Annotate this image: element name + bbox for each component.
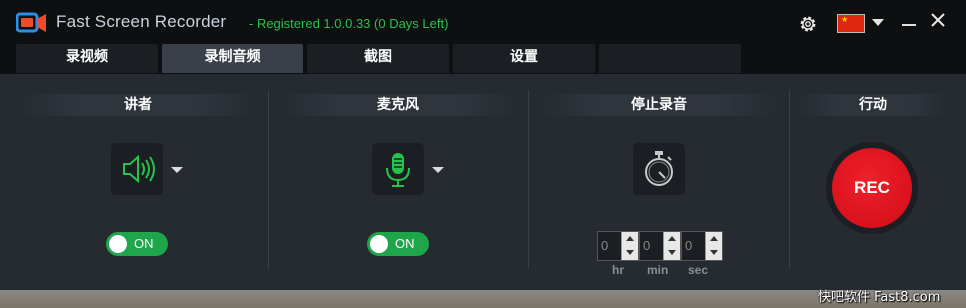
seconds-label: sec	[688, 263, 709, 277]
speaker-device-button[interactable]	[111, 143, 163, 195]
app-title: Fast Screen Recorder	[56, 12, 227, 31]
speaker-toggle[interactable]: ON	[106, 232, 168, 256]
language-flag-icon[interactable]: ★	[837, 14, 865, 33]
close-icon[interactable]	[930, 12, 946, 28]
section-divider	[268, 90, 269, 268]
spin-down-icon[interactable]	[710, 250, 718, 255]
rec-button[interactable]: REC	[832, 148, 912, 228]
microphone-section-title: 麦克风	[278, 94, 518, 116]
minutes-label: min	[647, 263, 669, 277]
stopwatch-button[interactable]	[633, 143, 685, 195]
section-divider	[789, 90, 790, 268]
tab-record-audio[interactable]: 录制音频	[162, 44, 303, 73]
hours-spin-buttons[interactable]	[621, 232, 638, 260]
seconds-spin-buttons[interactable]	[705, 232, 722, 260]
hours-stepper[interactable]: 0	[597, 231, 639, 261]
hours-label: hr	[612, 263, 624, 277]
app-window: Fast Screen Recorder - Registered 1.0.0.…	[0, 0, 966, 290]
speaker-dropdown-chevron-icon[interactable]	[171, 167, 183, 173]
stop-recording-section-title: 停止录音	[538, 94, 780, 116]
seconds-value[interactable]: 0	[685, 238, 692, 253]
minutes-value[interactable]: 0	[643, 238, 650, 253]
spin-down-icon[interactable]	[668, 250, 676, 255]
stopwatch-icon	[645, 151, 673, 186]
action-section-title: 行动	[798, 94, 948, 116]
microphone-dropdown-chevron-icon[interactable]	[432, 167, 444, 173]
chevron-down-icon[interactable]	[872, 19, 884, 26]
tab-bar: 录视频 录制音频 截图 设置	[0, 44, 966, 74]
section-divider	[528, 90, 529, 268]
microphone-icon	[386, 153, 410, 187]
minutes-spin-buttons[interactable]	[663, 232, 680, 260]
spin-down-icon[interactable]	[626, 250, 634, 255]
tab-screenshot[interactable]: 截图	[307, 44, 449, 73]
watermark-text: 快吧软件 Fast8.com	[818, 290, 941, 305]
app-logo-icon	[16, 12, 46, 33]
title-bar: Fast Screen Recorder - Registered 1.0.0.…	[0, 0, 966, 44]
gear-icon[interactable]	[797, 13, 819, 35]
minimize-icon[interactable]	[902, 24, 916, 26]
registration-status: - Registered 1.0.0.33 (0 Days Left)	[249, 16, 449, 31]
microphone-toggle[interactable]: ON	[367, 232, 429, 256]
tab-settings[interactable]: 设置	[453, 44, 595, 73]
spin-up-icon[interactable]	[626, 236, 634, 241]
speaker-toggle-label: ON	[134, 236, 154, 251]
seconds-stepper[interactable]: 0	[681, 231, 723, 261]
tab-record-video[interactable]: 录视频	[16, 44, 158, 73]
toggle-knob	[370, 235, 388, 253]
microphone-toggle-label: ON	[395, 236, 415, 251]
hours-value[interactable]: 0	[601, 238, 608, 253]
minutes-stepper[interactable]: 0	[639, 231, 681, 261]
spin-up-icon[interactable]	[710, 236, 718, 241]
toggle-knob	[109, 235, 127, 253]
speaker-section-title: 讲者	[18, 94, 258, 116]
microphone-device-button[interactable]	[372, 143, 424, 195]
speaker-icon	[123, 154, 155, 184]
tab-empty[interactable]	[599, 44, 741, 73]
spin-up-icon[interactable]	[668, 236, 676, 241]
